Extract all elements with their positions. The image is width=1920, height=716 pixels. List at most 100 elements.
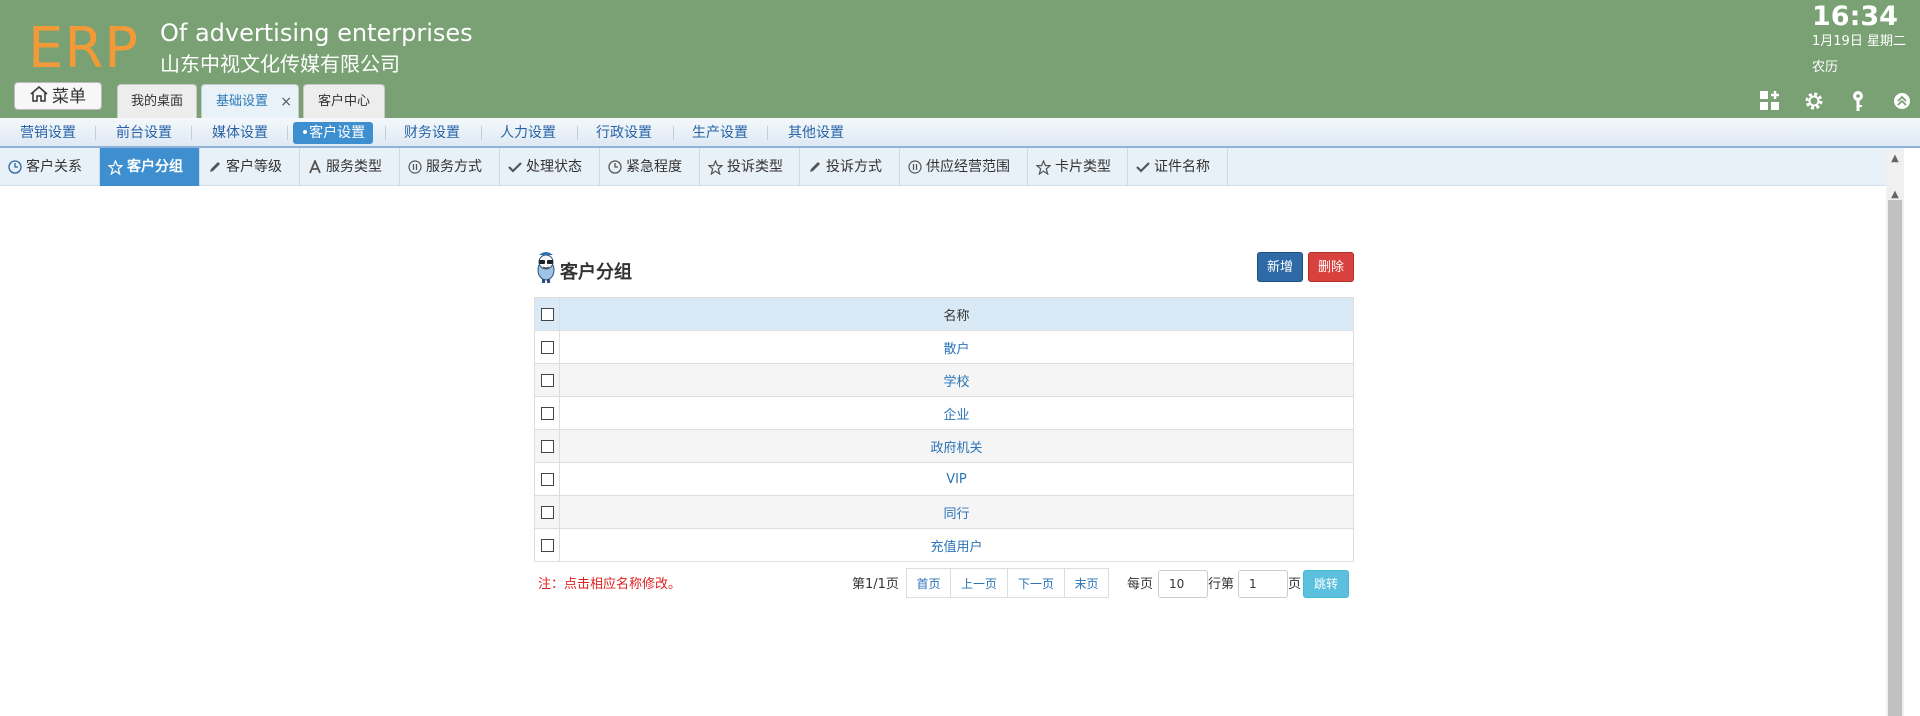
row-checkbox[interactable] xyxy=(540,406,554,420)
nav1-other[interactable]: 其他设置 xyxy=(780,122,852,144)
check-icon xyxy=(1136,162,1150,173)
subnav-processing-status[interactable]: 处理状态 xyxy=(500,148,600,186)
mascot-icon xyxy=(534,250,558,296)
tab-label: 我的桌面 xyxy=(130,94,183,109)
row-checkbox[interactable] xyxy=(540,439,554,453)
column-header-name: 名称 xyxy=(559,297,1354,331)
row-checkbox[interactable] xyxy=(540,340,554,354)
jump-button[interactable]: 跳转 xyxy=(1303,570,1349,598)
nav-divider xyxy=(767,126,768,140)
row-checkbox[interactable] xyxy=(540,373,554,387)
nav1-front-desk[interactable]: 前台设置 xyxy=(108,122,180,144)
select-all-checkbox[interactable] xyxy=(540,307,554,321)
nav-divider xyxy=(481,126,482,140)
pause-circle-icon xyxy=(408,160,422,174)
per-page-label: 每页 xyxy=(1127,577,1154,592)
per-page-input[interactable]: 10 xyxy=(1158,570,1208,598)
key-icon[interactable] xyxy=(1846,89,1870,113)
star-icon xyxy=(707,158,724,176)
nav1-production[interactable]: 生产设置 xyxy=(684,122,756,144)
prev-page-button[interactable]: 上一页 xyxy=(950,568,1008,598)
nav-divider xyxy=(673,126,674,140)
nav-divider xyxy=(95,126,96,140)
nav1-finance[interactable]: 财务设置 xyxy=(396,122,468,144)
table-row: 学校 xyxy=(534,363,1354,397)
row-name-link[interactable]: 学校 xyxy=(943,375,969,390)
scroll-up-arrow[interactable]: ▲ xyxy=(1890,190,1900,200)
tab-label: 客户中心 xyxy=(317,94,370,109)
pencil-icon xyxy=(210,162,220,172)
subnav-supply-scope[interactable]: 供应经营范围 xyxy=(900,148,1028,186)
subnav-urgency[interactable]: 紧急程度 xyxy=(600,148,700,186)
page-info: 第1/1页 xyxy=(852,577,899,592)
nav1-marketing[interactable]: 营销设置 xyxy=(12,122,84,144)
clock-time: 16:34 xyxy=(1812,1,1898,32)
menu-button[interactable]: 菜单 xyxy=(14,82,102,110)
next-page-button[interactable]: 下一页 xyxy=(1007,568,1065,598)
subnav-card-type[interactable]: 卡片类型 xyxy=(1028,148,1128,186)
company-name-cn: 山东中视文化传媒有限公司 xyxy=(160,52,400,76)
star-icon xyxy=(107,158,124,176)
row-checkbox[interactable] xyxy=(540,505,554,519)
tab-my-desktop[interactable]: 我的桌面 xyxy=(117,84,197,118)
menu-label: 菜单 xyxy=(52,87,86,107)
gear-icon[interactable] xyxy=(1802,89,1826,113)
subnav-customer-group[interactable]: 客户分组 xyxy=(100,148,200,186)
tab-basic-settings[interactable]: 基础设置 × xyxy=(201,84,299,118)
add-button[interactable]: 新增 xyxy=(1257,252,1303,282)
customer-settings-subnav: 客户关系 客户分组 客户等级 服务类型 服务方式 处理状态 紧急程度 投诉类型 … xyxy=(0,148,1904,186)
check-icon xyxy=(508,162,522,173)
collapse-icon[interactable] xyxy=(1890,89,1914,113)
table-row: 充值用户 xyxy=(534,528,1354,562)
row-name-link[interactable]: 政府机关 xyxy=(930,441,982,456)
erp-logo: ERP xyxy=(28,16,140,81)
row-name-link[interactable]: 同行 xyxy=(943,507,969,522)
row-name-link[interactable]: VIP xyxy=(946,472,967,487)
first-page-button[interactable]: 首页 xyxy=(906,568,951,598)
nav-divider xyxy=(577,126,578,140)
delete-button[interactable]: 删除 xyxy=(1308,252,1354,282)
subnav-complaint-type[interactable]: 投诉类型 xyxy=(700,148,800,186)
dashboard-icon[interactable] xyxy=(1758,89,1782,113)
row-name-link[interactable]: 企业 xyxy=(943,408,969,423)
subnav-customer-relation[interactable]: 客户关系 xyxy=(0,148,100,186)
table-row: 散户 xyxy=(534,330,1354,364)
nav-divider xyxy=(191,126,192,140)
table-row: 企业 xyxy=(534,396,1354,430)
company-name-en: Of advertising enterprises xyxy=(160,19,473,47)
home-icon xyxy=(30,83,48,111)
subnav-id-name[interactable]: 证件名称 xyxy=(1128,148,1228,186)
subnav-customer-level[interactable]: 客户等级 xyxy=(200,148,300,186)
page-number-input[interactable]: 1 xyxy=(1238,570,1288,598)
nav1-hr[interactable]: 人力设置 xyxy=(492,122,564,144)
subnav-complaint-method[interactable]: 投诉方式 xyxy=(800,148,900,186)
nav-divider xyxy=(385,126,386,140)
scroll-up-arrow[interactable]: ▲ xyxy=(1890,154,1900,164)
customer-group-table: 名称 散户 学校 企业 政府机关 VIP 同行 充值用户 xyxy=(534,297,1354,562)
close-icon[interactable]: × xyxy=(280,85,292,119)
star-icon xyxy=(1035,158,1052,176)
subnav-service-type[interactable]: 服务类型 xyxy=(300,148,400,186)
tab-label: 基础设置 xyxy=(215,94,268,109)
table-row: VIP xyxy=(534,462,1354,496)
nav1-admin[interactable]: 行政设置 xyxy=(588,122,660,144)
tab-customer-center[interactable]: 客户中心 xyxy=(303,84,385,118)
rows-page-label: 行第 xyxy=(1208,577,1235,592)
page-title: 客户分组 xyxy=(534,250,632,284)
table-row: 政府机关 xyxy=(534,429,1354,463)
nav-divider xyxy=(287,126,288,140)
table-row: 同行 xyxy=(534,495,1354,529)
scrollbar-thumb[interactable] xyxy=(1888,200,1902,716)
settings-nav: 营销设置 前台设置 媒体设置 •客户设置 财务设置 人力设置 行政设置 生产设置… xyxy=(0,118,1920,148)
subnav-service-method[interactable]: 服务方式 xyxy=(400,148,500,186)
clock-icon xyxy=(8,160,22,174)
clock-icon xyxy=(608,160,622,174)
clock-date: 1月19日 星期二 xyxy=(1812,34,1906,49)
row-name-link[interactable]: 散户 xyxy=(943,342,969,357)
row-checkbox[interactable] xyxy=(540,538,554,552)
last-page-button[interactable]: 末页 xyxy=(1064,568,1109,598)
row-checkbox[interactable] xyxy=(540,472,554,486)
row-name-link[interactable]: 充值用户 xyxy=(930,540,982,555)
nav1-customer[interactable]: •客户设置 xyxy=(293,122,373,144)
nav1-media[interactable]: 媒体设置 xyxy=(204,122,276,144)
